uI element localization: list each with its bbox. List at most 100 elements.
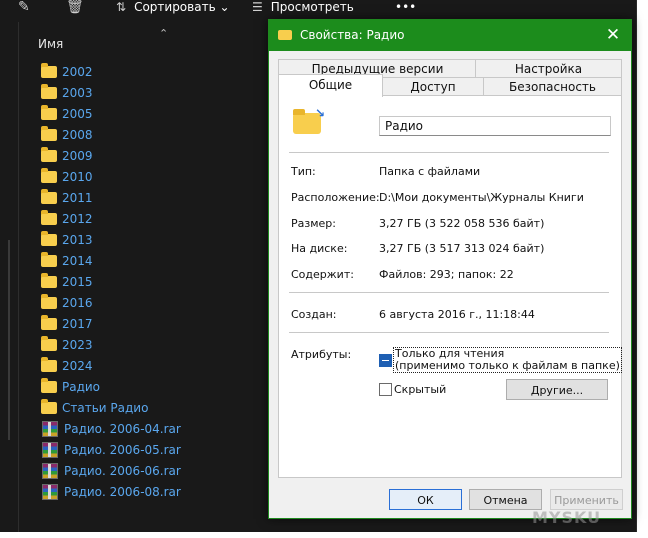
list-item-label: 2010 xyxy=(62,169,93,184)
more-button[interactable]: ••• xyxy=(395,0,416,14)
readonly-checkbox[interactable] xyxy=(379,354,392,367)
readonly-label[interactable]: Только для чтения (применимо только к фа… xyxy=(393,347,622,373)
list-item-label: Радио. 2006-06.rar xyxy=(64,463,181,478)
cancel-button[interactable]: Отмена xyxy=(469,489,542,510)
folder-icon xyxy=(41,104,57,120)
folder-icon xyxy=(41,335,57,351)
size-label: Размер: xyxy=(291,217,336,230)
list-item[interactable]: 2005 xyxy=(38,103,181,124)
trash-icon[interactable]: 🗑 xyxy=(66,0,84,14)
list-item-label: Радио. 2006-04.rar xyxy=(64,421,181,436)
divider xyxy=(289,292,609,293)
list-item[interactable]: 2012 xyxy=(38,208,181,229)
chevron-down-icon: ⌄ xyxy=(219,0,230,14)
folder-icon xyxy=(41,83,57,99)
folder-icon xyxy=(41,62,57,78)
folder-icon xyxy=(41,377,57,393)
general-tab-panel: ↘ Тип: Папка с файлами Расположение: D:\… xyxy=(278,95,622,478)
contains-label: Содержит: xyxy=(291,268,354,281)
attributes-label: Атрибуты: xyxy=(291,348,352,361)
list-item[interactable]: Радио. 2006-04.rar xyxy=(38,418,181,439)
list-item[interactable]: Статьи Радио xyxy=(38,397,181,418)
list-item[interactable]: 2013 xyxy=(38,229,181,250)
list-item-label: 2014 xyxy=(62,253,93,268)
location-label: Расположение: xyxy=(291,191,380,204)
tab-security[interactable]: Безопасность xyxy=(483,77,622,97)
hidden-checkbox[interactable] xyxy=(379,383,392,396)
list-item[interactable]: 2002 xyxy=(38,61,181,82)
list-item-label: 2003 xyxy=(62,85,93,100)
list-item-label: 2011 xyxy=(62,190,93,205)
list-item[interactable]: 2011 xyxy=(38,187,181,208)
list-item[interactable]: 2010 xyxy=(38,166,181,187)
tab-general[interactable]: Общие xyxy=(278,74,383,97)
explorer-toolbar: ✎ 🗑 ⇅ Сортировать ⌄ ☰ Просмотреть ••• xyxy=(0,0,636,18)
dialog-titlebar[interactable]: Свойства: Радио ✕ xyxy=(269,20,631,51)
list-item[interactable]: 2024 xyxy=(38,355,181,376)
list-item[interactable]: 2023 xyxy=(38,334,181,355)
folder-icon xyxy=(41,209,57,225)
list-item[interactable]: Радио xyxy=(38,376,181,397)
list-item[interactable]: 2016 xyxy=(38,292,181,313)
divider xyxy=(289,152,609,153)
close-button[interactable]: ✕ xyxy=(595,20,631,51)
list-item[interactable]: 2014 xyxy=(38,250,181,271)
folder-icon xyxy=(41,125,57,141)
folder-icon xyxy=(41,398,57,414)
folder-icon xyxy=(41,230,57,246)
list-item[interactable]: 2003 xyxy=(38,82,181,103)
list-item-label: 2023 xyxy=(62,337,93,352)
view-button[interactable]: ☰ Просмотреть xyxy=(252,0,354,14)
list-item[interactable]: Радио. 2006-05.rar xyxy=(38,439,181,460)
created-label: Создан: xyxy=(291,308,337,321)
shortcut-arrow-icon: ↘ xyxy=(314,106,325,120)
list-item[interactable]: Радио. 2006-08.rar xyxy=(38,481,181,502)
list-item-label: Радио xyxy=(62,379,101,394)
close-icon: ✕ xyxy=(605,25,621,45)
tab-customize[interactable]: Настройка xyxy=(475,59,622,79)
list-item[interactable]: Радио. 2006-06.rar xyxy=(38,460,181,481)
view-icon: ☰ xyxy=(252,0,263,14)
watermark: MYSKU xyxy=(532,508,602,527)
list-item-label: 2013 xyxy=(62,232,93,247)
list-item-label: Радио. 2006-08.rar xyxy=(64,484,181,499)
folder-icon xyxy=(41,146,57,162)
type-value: Папка с файлами xyxy=(379,165,481,178)
apply-button[interactable]: Применить xyxy=(550,489,623,510)
scrollbar[interactable] xyxy=(8,240,10,440)
list-item[interactable]: 2017 xyxy=(38,313,181,334)
sort-button[interactable]: ⇅ Сортировать ⌄ xyxy=(116,0,230,14)
edit-icon[interactable]: ✎ xyxy=(18,0,30,14)
folder-icon xyxy=(41,314,57,330)
created-value: 6 августа 2016 г., 11:18:44 xyxy=(379,308,535,321)
list-item-label: 2005 xyxy=(62,106,93,121)
list-item[interactable]: 2015 xyxy=(38,271,181,292)
list-item[interactable]: 2008 xyxy=(38,124,181,145)
list-item[interactable]: 2009 xyxy=(38,145,181,166)
tab-sharing[interactable]: Доступ xyxy=(381,77,485,97)
list-item-label: 2012 xyxy=(62,211,93,226)
folder-icon xyxy=(41,251,57,267)
properties-dialog: Свойства: Радио ✕ Предыдущие версии Наст… xyxy=(268,19,632,519)
divider xyxy=(289,332,609,333)
folder-icon xyxy=(278,30,292,40)
ok-button[interactable]: ОК xyxy=(389,489,462,510)
archive-icon xyxy=(42,462,58,479)
hidden-label[interactable]: Скрытый xyxy=(394,383,446,396)
contains-value: Файлов: 293; папок: 22 xyxy=(379,268,514,281)
advanced-button[interactable]: Другие... xyxy=(506,379,608,400)
list-item-label: 2008 xyxy=(62,127,93,142)
column-separator xyxy=(18,22,19,532)
archive-icon xyxy=(42,441,58,458)
disk-size-label: На диске: xyxy=(291,242,348,255)
disk-size-value: 3,27 ГБ (3 517 313 024 байт) xyxy=(379,242,545,255)
list-item-label: Радио. 2006-05.rar xyxy=(64,442,181,457)
list-item-label: 2009 xyxy=(62,148,93,163)
sort-up-icon: ⌃ xyxy=(159,27,169,40)
column-header-name[interactable]: Имя xyxy=(38,37,63,51)
folder-icon xyxy=(41,356,57,372)
folder-name-input[interactable] xyxy=(379,116,611,136)
folder-icon xyxy=(41,188,57,204)
list-item-label: 2016 xyxy=(62,295,93,310)
list-item-label: 2002 xyxy=(62,64,93,79)
